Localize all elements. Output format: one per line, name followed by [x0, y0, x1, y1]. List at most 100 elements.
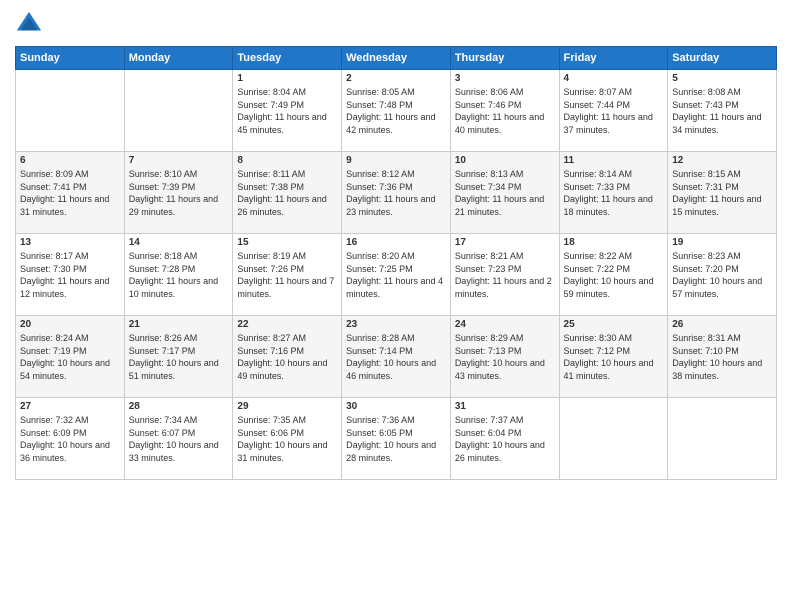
- day-number: 3: [455, 73, 555, 84]
- day-content: Sunrise: 8:05 AM Sunset: 7:48 PM Dayligh…: [346, 86, 446, 136]
- day-content: Sunrise: 8:23 AM Sunset: 7:20 PM Dayligh…: [672, 250, 772, 300]
- day-content: Sunrise: 8:06 AM Sunset: 7:46 PM Dayligh…: [455, 86, 555, 136]
- day-number: 2: [346, 73, 446, 84]
- calendar-cell: 6 Sunrise: 8:09 AM Sunset: 7:41 PM Daylig…: [16, 152, 125, 234]
- day-content: Sunrise: 8:21 AM Sunset: 7:23 PM Dayligh…: [455, 250, 555, 300]
- day-number: 11: [564, 155, 664, 166]
- day-number: 12: [672, 155, 772, 166]
- day-content: Sunrise: 8:18 AM Sunset: 7:28 PM Dayligh…: [129, 250, 229, 300]
- day-number: 6: [20, 155, 120, 166]
- calendar-cell: 29Sunrise: 7:35 AM Sunset: 6:06 PM Dayli…: [233, 398, 342, 480]
- page: SundayMondayTuesdayWednesdayThursdayFrid…: [0, 0, 792, 612]
- calendar-cell: 5Sunrise: 8:08 AM Sunset: 7:43 PM Daylig…: [668, 70, 777, 152]
- calendar-cell: [124, 70, 233, 152]
- day-number: 7: [129, 155, 229, 166]
- calendar-cell: 13Sunrise: 8:17 AM Sunset: 7:30 PM Dayli…: [16, 234, 125, 316]
- logo: [15, 10, 47, 38]
- calendar-cell: [16, 70, 125, 152]
- calendar-week-5: 27 Sunrise: 7:32 AM Sunset: 6:09 PM Dayli…: [16, 398, 777, 480]
- day-header-monday: Monday: [124, 47, 233, 70]
- day-content: Sunrise: 8:29 AM Sunset: 7:13 PM Dayligh…: [455, 332, 555, 382]
- day-content: Sunrise: 8:30 AM Sunset: 7:12 PM Dayligh…: [564, 332, 664, 382]
- day-content: Sunrise: 8:04 AM Sunset: 7:49 PM Dayligh…: [237, 86, 337, 136]
- calendar-cell: 7 Sunrise: 8:10 AM Sunset: 7:39 PM Daylig…: [124, 152, 233, 234]
- calendar-cell: 25 Sunrise: 8:30 AM Sunset: 7:12 PM Dayli…: [559, 316, 668, 398]
- calendar-cell: 14 Sunrise: 8:18 AM Sunset: 7:28 PM Dayli…: [124, 234, 233, 316]
- calendar-cell: 16 Sunrise: 8:20 AM Sunset: 7:25 PM Dayli…: [342, 234, 451, 316]
- calendar-cell: 30 Sunrise: 7:36 AM Sunset: 6:05 PM Dayli…: [342, 398, 451, 480]
- calendar-cell: 8 Sunrise: 8:11 AM Sunset: 7:38 PM Daylig…: [233, 152, 342, 234]
- day-number: 16: [346, 237, 446, 248]
- day-content: Sunrise: 8:20 AM Sunset: 7:25 PM Dayligh…: [346, 250, 446, 300]
- calendar-cell: 28Sunrise: 7:34 AM Sunset: 6:07 PM Dayli…: [124, 398, 233, 480]
- day-content: Sunrise: 7:37 AM Sunset: 6:04 PM Dayligh…: [455, 414, 555, 464]
- day-number: 5: [672, 73, 772, 84]
- day-content: Sunrise: 8:10 AM Sunset: 7:39 PM Dayligh…: [129, 168, 229, 218]
- day-header-tuesday: Tuesday: [233, 47, 342, 70]
- day-content: Sunrise: 8:13 AM Sunset: 7:34 PM Dayligh…: [455, 168, 555, 218]
- day-content: Sunrise: 8:09 AM Sunset: 7:41 PM Dayligh…: [20, 168, 120, 218]
- day-content: Sunrise: 8:24 AM Sunset: 7:19 PM Dayligh…: [20, 332, 120, 382]
- day-content: Sunrise: 8:11 AM Sunset: 7:38 PM Dayligh…: [237, 168, 337, 218]
- calendar-week-2: 6 Sunrise: 8:09 AM Sunset: 7:41 PM Daylig…: [16, 152, 777, 234]
- logo-icon: [15, 10, 43, 38]
- day-content: Sunrise: 7:35 AM Sunset: 6:06 PM Dayligh…: [237, 414, 337, 464]
- calendar-cell: 27 Sunrise: 7:32 AM Sunset: 6:09 PM Dayli…: [16, 398, 125, 480]
- calendar-cell: 10 Sunrise: 8:13 AM Sunset: 7:34 PM Dayli…: [450, 152, 559, 234]
- calendar-cell: 24 Sunrise: 8:29 AM Sunset: 7:13 PM Dayli…: [450, 316, 559, 398]
- calendar-table: SundayMondayTuesdayWednesdayThursdayFrid…: [15, 46, 777, 480]
- calendar-cell: 18 Sunrise: 8:22 AM Sunset: 7:22 PM Dayli…: [559, 234, 668, 316]
- day-number: 27: [20, 401, 120, 412]
- day-number: 17: [455, 237, 555, 248]
- calendar-cell: 31 Sunrise: 7:37 AM Sunset: 6:04 PM Dayli…: [450, 398, 559, 480]
- day-header-wednesday: Wednesday: [342, 47, 451, 70]
- calendar-week-4: 20Sunrise: 8:24 AM Sunset: 7:19 PM Dayli…: [16, 316, 777, 398]
- day-content: Sunrise: 8:26 AM Sunset: 7:17 PM Dayligh…: [129, 332, 229, 382]
- day-number: 14: [129, 237, 229, 248]
- day-header-sunday: Sunday: [16, 47, 125, 70]
- day-content: Sunrise: 8:07 AM Sunset: 7:44 PM Dayligh…: [564, 86, 664, 136]
- day-content: Sunrise: 8:27 AM Sunset: 7:16 PM Dayligh…: [237, 332, 337, 382]
- calendar-cell: 17 Sunrise: 8:21 AM Sunset: 7:23 PM Dayli…: [450, 234, 559, 316]
- day-content: Sunrise: 8:15 AM Sunset: 7:31 PM Dayligh…: [672, 168, 772, 218]
- day-number: 30: [346, 401, 446, 412]
- day-number: 28: [129, 401, 229, 412]
- day-number: 4: [564, 73, 664, 84]
- day-content: Sunrise: 8:22 AM Sunset: 7:22 PM Dayligh…: [564, 250, 664, 300]
- calendar-cell: 2 Sunrise: 8:05 AM Sunset: 7:48 PM Daylig…: [342, 70, 451, 152]
- day-number: 23: [346, 319, 446, 330]
- calendar-week-3: 13Sunrise: 8:17 AM Sunset: 7:30 PM Dayli…: [16, 234, 777, 316]
- calendar-cell: 12 Sunrise: 8:15 AM Sunset: 7:31 PM Dayli…: [668, 152, 777, 234]
- day-content: Sunrise: 8:12 AM Sunset: 7:36 PM Dayligh…: [346, 168, 446, 218]
- day-number: 13: [20, 237, 120, 248]
- calendar-cell: 15 Sunrise: 8:19 AM Sunset: 7:26 PM Dayli…: [233, 234, 342, 316]
- day-content: Sunrise: 7:36 AM Sunset: 6:05 PM Dayligh…: [346, 414, 446, 464]
- day-number: 15: [237, 237, 337, 248]
- day-number: 8: [237, 155, 337, 166]
- day-content: Sunrise: 8:14 AM Sunset: 7:33 PM Dayligh…: [564, 168, 664, 218]
- calendar-cell: 22Sunrise: 8:27 AM Sunset: 7:16 PM Dayli…: [233, 316, 342, 398]
- calendar-cell: 11 Sunrise: 8:14 AM Sunset: 7:33 PM Dayli…: [559, 152, 668, 234]
- calendar-cell: 21 Sunrise: 8:26 AM Sunset: 7:17 PM Dayli…: [124, 316, 233, 398]
- day-number: 21: [129, 319, 229, 330]
- calendar-cell: [559, 398, 668, 480]
- day-number: 10: [455, 155, 555, 166]
- calendar-header-row: SundayMondayTuesdayWednesdayThursdayFrid…: [16, 47, 777, 70]
- day-content: Sunrise: 8:31 AM Sunset: 7:10 PM Dayligh…: [672, 332, 772, 382]
- day-number: 18: [564, 237, 664, 248]
- day-header-friday: Friday: [559, 47, 668, 70]
- day-number: 24: [455, 319, 555, 330]
- day-content: Sunrise: 7:32 AM Sunset: 6:09 PM Dayligh…: [20, 414, 120, 464]
- calendar-cell: 26 Sunrise: 8:31 AM Sunset: 7:10 PM Dayli…: [668, 316, 777, 398]
- day-number: 31: [455, 401, 555, 412]
- day-content: Sunrise: 8:19 AM Sunset: 7:26 PM Dayligh…: [237, 250, 337, 300]
- calendar-cell: 4 Sunrise: 8:07 AM Sunset: 7:44 PM Daylig…: [559, 70, 668, 152]
- calendar-week-1: 1 Sunrise: 8:04 AM Sunset: 7:49 PM Daylig…: [16, 70, 777, 152]
- day-number: 25: [564, 319, 664, 330]
- day-header-thursday: Thursday: [450, 47, 559, 70]
- day-number: 26: [672, 319, 772, 330]
- calendar-cell: 23 Sunrise: 8:28 AM Sunset: 7:14 PM Dayli…: [342, 316, 451, 398]
- day-content: Sunrise: 8:28 AM Sunset: 7:14 PM Dayligh…: [346, 332, 446, 382]
- calendar-cell: 1 Sunrise: 8:04 AM Sunset: 7:49 PM Daylig…: [233, 70, 342, 152]
- day-number: 1: [237, 73, 337, 84]
